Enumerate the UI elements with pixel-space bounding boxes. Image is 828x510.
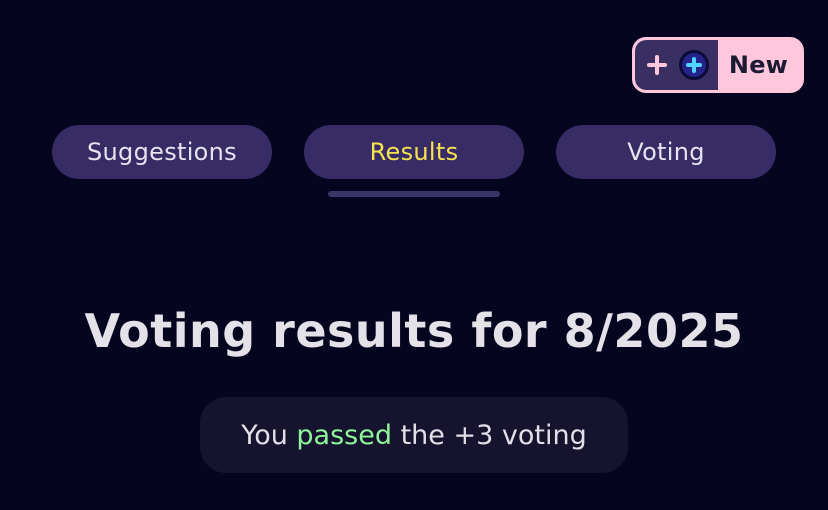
tab-voting[interactable]: Voting <box>556 125 776 179</box>
tab-results[interactable]: Results <box>304 125 524 179</box>
new-button-icon-group <box>635 40 718 90</box>
page-title: Voting results for 8/2025 <box>84 304 744 358</box>
result-prefix: You <box>241 419 288 451</box>
new-button-label: New <box>728 51 789 79</box>
plus-circle-icon <box>678 50 709 80</box>
tab-suggestions[interactable]: Suggestions <box>52 125 272 179</box>
active-tab-indicator <box>328 191 500 197</box>
result-status: passed <box>296 419 392 451</box>
result-suffix: the +3 voting <box>400 419 587 451</box>
plus-icon <box>646 55 667 75</box>
voting-result-pill: You passed the +3 voting <box>200 397 628 473</box>
new-button[interactable]: New <box>632 37 804 93</box>
